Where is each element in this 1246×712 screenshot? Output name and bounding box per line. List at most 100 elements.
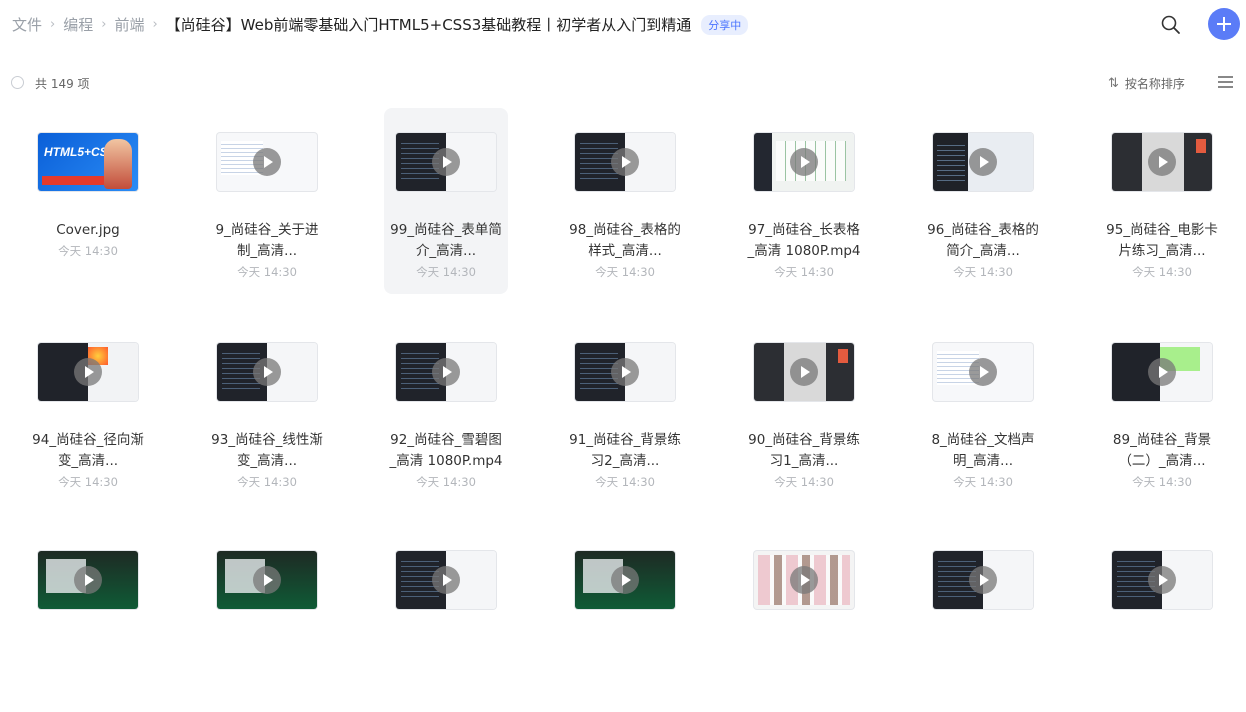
file-name: 91_尚硅谷_背景练习2_高清... [569, 432, 681, 469]
file-thumbnail [217, 343, 317, 401]
play-icon [969, 358, 997, 386]
file-modified-time: 今天 14:30 [58, 244, 118, 258]
file-modified-time: 今天 14:30 [953, 265, 1013, 279]
file-name: 8_尚硅谷_文档声明_高清... [931, 432, 1035, 469]
file-thumbnail [933, 343, 1033, 401]
file-thumbnail [754, 133, 854, 191]
file-name: 89_尚硅谷_背景（二）_高清... [1112, 432, 1212, 469]
file-item[interactable]: 98_尚硅谷_表格的样式_高清... 今天 14:30 [563, 108, 687, 294]
file-name: 9_尚硅谷_关于进制_高清... [215, 222, 319, 259]
play-icon [1148, 358, 1176, 386]
file-thumbnail [1112, 133, 1212, 191]
search-button[interactable] [1158, 12, 1184, 38]
current-folder-title: 【尚硅谷】Web前端零基础入门HTML5+CSS3基础教程丨初学者从入门到精通 [165, 16, 692, 34]
file-item[interactable]: 8_尚硅谷_文档声明_高清... 今天 14:30 [921, 318, 1045, 504]
sort-icon: ⇅ [1108, 76, 1119, 91]
file-item[interactable]: 99_尚硅谷_表单简介_高清... 今天 14:30 [384, 108, 508, 294]
file-item[interactable] [384, 526, 508, 712]
file-modified-time: 今天 14:30 [774, 265, 834, 279]
file-name: 95_尚硅谷_电影卡片练习_高清... [1106, 222, 1218, 259]
play-icon [74, 566, 102, 594]
file-modified-time: 今天 14:30 [595, 265, 655, 279]
breadcrumb: 文件 › 编程 › 前端 › 【尚硅谷】Web前端零基础入门HTML5+CSS3… [12, 14, 749, 35]
file-thumbnail [396, 133, 496, 191]
cover-portrait [104, 139, 132, 189]
file-thumbnail [575, 133, 675, 191]
file-item[interactable]: 91_尚硅谷_背景练习2_高清... 今天 14:30 [563, 318, 687, 504]
file-thumbnail [1112, 551, 1212, 609]
play-icon [253, 566, 281, 594]
file-modified-time: 今天 14:30 [416, 475, 476, 489]
cover-banner [42, 176, 104, 185]
file-item[interactable] [26, 526, 150, 712]
play-icon [611, 148, 639, 176]
file-item[interactable] [1100, 526, 1224, 712]
file-name: 90_尚硅谷_背景练习1_高清... [748, 432, 860, 469]
file-thumbnail [933, 133, 1033, 191]
play-icon [969, 148, 997, 176]
file-item[interactable]: 9_尚硅谷_关于进制_高清... 今天 14:30 [205, 108, 329, 294]
file-item[interactable] [921, 526, 1045, 712]
file-thumbnail [38, 551, 138, 609]
file-item[interactable]: 96_尚硅谷_表格的简介_高清... 今天 14:30 [921, 108, 1045, 294]
play-icon [74, 358, 102, 386]
search-icon [1161, 15, 1180, 34]
file-thumbnail [217, 551, 317, 609]
play-icon [790, 148, 818, 176]
file-modified-time: 今天 14:30 [774, 475, 834, 489]
file-thumbnail [575, 343, 675, 401]
file-modified-time: 今天 14:30 [237, 265, 297, 279]
file-name: 94_尚硅谷_径向渐变_高清... [32, 432, 144, 469]
breadcrumb-item-frontend[interactable]: 前端 [114, 14, 144, 35]
file-thumbnail [1112, 343, 1212, 401]
breadcrumb-separator: › [152, 17, 158, 32]
play-icon [1148, 148, 1176, 176]
top-bar: 文件 › 编程 › 前端 › 【尚硅谷】Web前端零基础入门HTML5+CSS3… [0, 0, 1246, 50]
file-name: 92_尚硅谷_雪碧图_高清 1080P.mp4 [389, 432, 503, 469]
file-item[interactable] [742, 526, 866, 712]
list-view-icon [1218, 76, 1233, 88]
file-modified-time: 今天 14:30 [237, 475, 297, 489]
play-icon [611, 566, 639, 594]
sort-button[interactable]: ⇅ 按名称排序 [1108, 75, 1185, 92]
play-icon [253, 358, 281, 386]
file-item[interactable] [563, 526, 687, 712]
play-icon [432, 148, 460, 176]
play-icon [432, 358, 460, 386]
file-modified-time: 今天 14:30 [953, 475, 1013, 489]
file-item[interactable] [205, 526, 329, 712]
file-name: 97_尚硅谷_长表格_高清 1080P.mp4 [747, 222, 861, 259]
share-status-badge[interactable]: 分享中 [701, 14, 749, 35]
file-list-toolbar: 共 149 项 ⇅ 按名称排序 [0, 70, 1246, 96]
play-icon [790, 566, 818, 594]
file-item[interactable]: 89_尚硅谷_背景（二）_高清... 今天 14:30 [1100, 318, 1224, 504]
file-item[interactable]: HTML5+CSS3 Cover.jpg 今天 14:30 [26, 108, 150, 294]
file-modified-time: 今天 14:30 [1132, 475, 1192, 489]
file-thumbnail [396, 343, 496, 401]
file-name: 99_尚硅谷_表单简介_高清... [390, 222, 502, 259]
file-thumbnail [575, 551, 675, 609]
file-thumbnail [217, 133, 317, 191]
file-thumbnail [933, 551, 1033, 609]
breadcrumb-item-programming[interactable]: 编程 [63, 14, 93, 35]
file-item[interactable]: 93_尚硅谷_线性渐变_高清... 今天 14:30 [205, 318, 329, 504]
file-modified-time: 今天 14:30 [595, 475, 655, 489]
sort-label: 按名称排序 [1124, 77, 1185, 91]
select-all-checkbox[interactable] [11, 76, 24, 89]
breadcrumb-item-files[interactable]: 文件 [12, 14, 42, 35]
file-name: Cover.jpg [56, 222, 120, 238]
play-icon [611, 358, 639, 386]
file-item[interactable]: 90_尚硅谷_背景练习1_高清... 今天 14:30 [742, 318, 866, 504]
file-item[interactable]: 95_尚硅谷_电影卡片练习_高清... 今天 14:30 [1100, 108, 1224, 294]
add-button[interactable] [1208, 8, 1240, 40]
item-count: 共 149 项 [35, 77, 90, 91]
file-thumbnail [754, 343, 854, 401]
file-item[interactable]: 92_尚硅谷_雪碧图_高清 1080P.mp4 今天 14:30 [384, 318, 508, 504]
file-modified-time: 今天 14:30 [1132, 265, 1192, 279]
breadcrumb-separator: › [50, 17, 56, 32]
file-item[interactable]: 94_尚硅谷_径向渐变_高清... 今天 14:30 [26, 318, 150, 504]
view-toggle-button[interactable] [1218, 76, 1233, 88]
file-item[interactable]: 97_尚硅谷_长表格_高清 1080P.mp4 今天 14:30 [742, 108, 866, 294]
file-thumbnail: HTML5+CSS3 [38, 133, 138, 191]
file-name: 96_尚硅谷_表格的简介_高清... [927, 222, 1039, 259]
